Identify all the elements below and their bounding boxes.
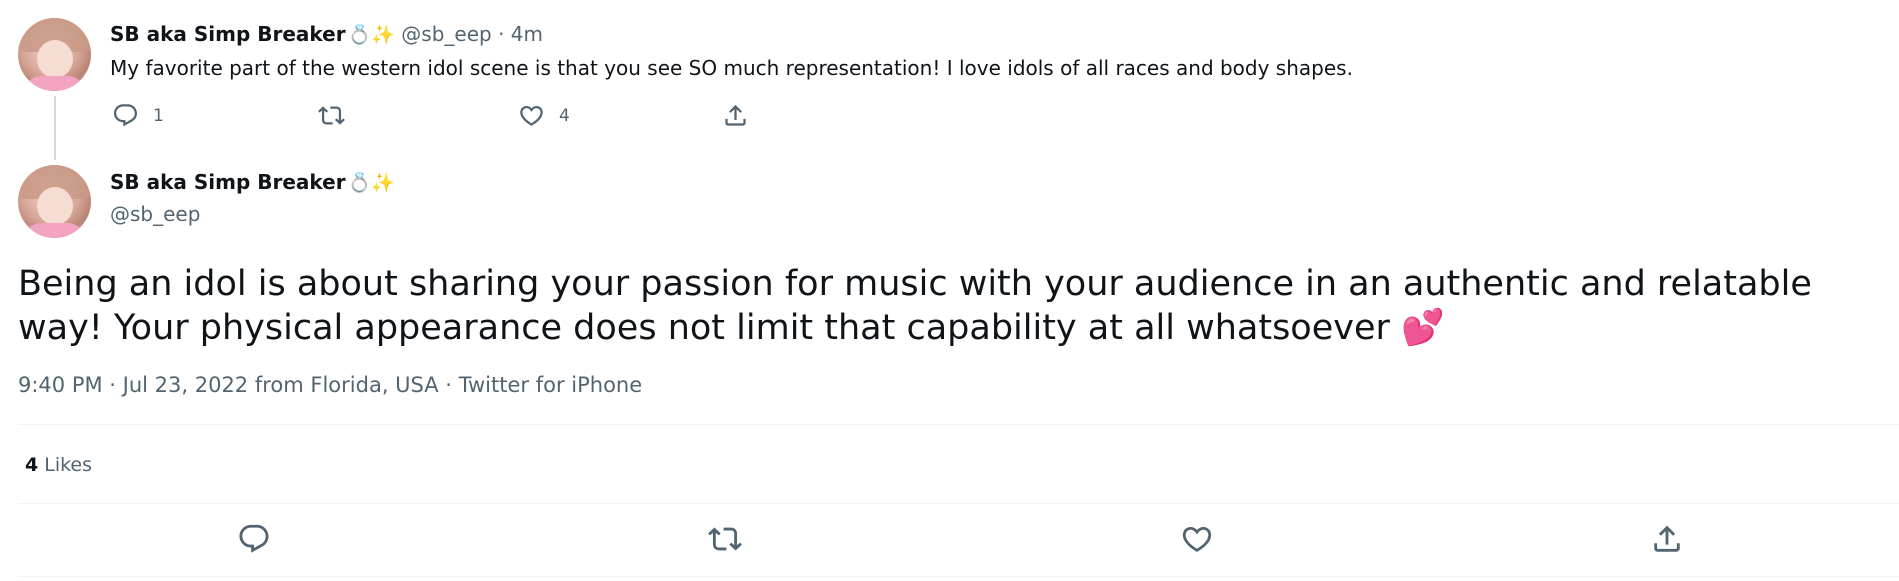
- retweet-icon: [318, 106, 345, 125]
- reply-button[interactable]: 1: [112, 102, 164, 129]
- share-button[interactable]: [722, 102, 749, 129]
- avatar-face: [37, 40, 73, 78]
- divider: [18, 576, 1899, 577]
- likes-label: Likes: [44, 454, 93, 476]
- thread-line: [54, 96, 56, 160]
- divider: [18, 424, 1899, 425]
- avatar-face: [37, 187, 73, 225]
- avatar-shirt: [22, 76, 87, 91]
- display-name[interactable]: SB aka Simp Breaker: [110, 22, 346, 46]
- like-count: 4: [559, 105, 570, 126]
- reply-icon: [113, 104, 138, 127]
- reply-count: 1: [153, 105, 164, 126]
- retweet-button[interactable]: [708, 522, 742, 556]
- likes-stat[interactable]: 4 Likes: [25, 454, 92, 476]
- divider: [18, 503, 1899, 504]
- retweet-icon: [708, 527, 742, 551]
- tweet-timestamp[interactable]: 9:40 PM · Jul 23, 2022 from Florida, USA…: [18, 373, 642, 397]
- like-button[interactable]: [1180, 522, 1214, 556]
- retweet-button[interactable]: [318, 102, 345, 129]
- avatar[interactable]: [18, 18, 91, 91]
- time-ago[interactable]: 4m: [511, 22, 543, 46]
- share-icon: [1654, 525, 1680, 552]
- heart-icon: [520, 105, 543, 126]
- avatar[interactable]: [18, 165, 91, 238]
- share-button[interactable]: [1650, 522, 1684, 556]
- name-emojis: 💍✨: [347, 24, 395, 46]
- name-emojis: 💍✨: [347, 172, 395, 194]
- like-button[interactable]: 4: [518, 102, 570, 129]
- heart-icon: [1182, 526, 1212, 552]
- handle[interactable]: @sb_eep: [110, 202, 200, 226]
- handle[interactable]: @sb_eep: [401, 22, 491, 46]
- meta-separator: ·: [498, 22, 505, 46]
- main-tweet-text: Being an idol is about sharing your pass…: [18, 264, 1812, 348]
- reply-header: SB aka Simp Breaker 💍✨ @sb_eep · 4m: [110, 22, 543, 46]
- display-name[interactable]: SB aka Simp Breaker: [110, 170, 346, 194]
- reply-button[interactable]: [237, 522, 271, 556]
- main-header: SB aka Simp Breaker 💍✨: [110, 170, 395, 194]
- reply-tweet-text: My favorite part of the western idol sce…: [110, 56, 1353, 80]
- reply-icon: [239, 524, 269, 553]
- share-icon: [725, 104, 746, 126]
- likes-count: 4: [25, 454, 39, 476]
- avatar-shirt: [22, 223, 87, 238]
